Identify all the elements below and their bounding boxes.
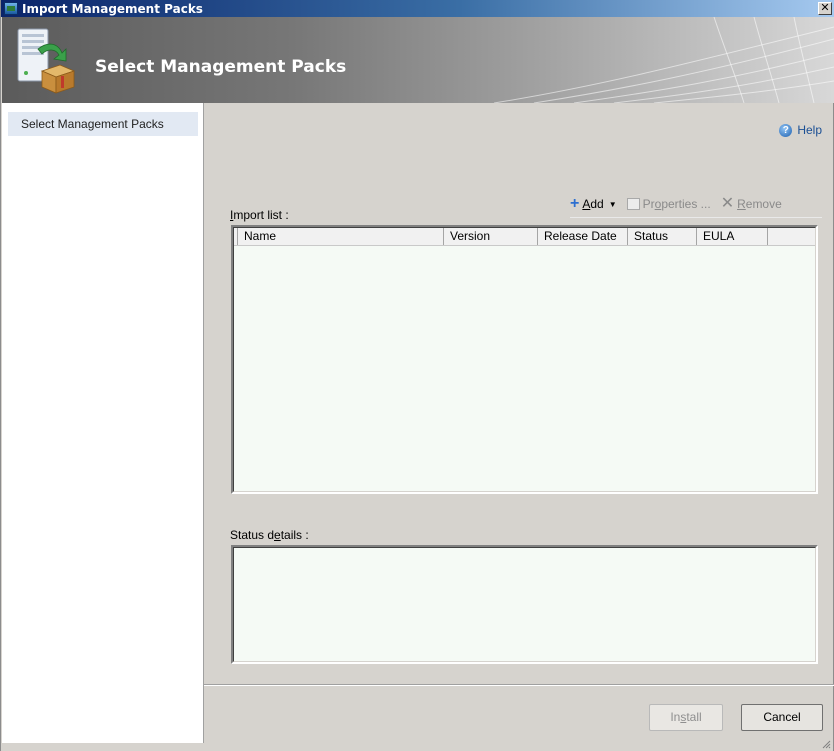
install-button[interactable]: Install bbox=[649, 704, 723, 731]
remove-label-accel: R bbox=[737, 197, 746, 211]
import-management-packs-window: Import Management Packs ✕ Select Managem… bbox=[0, 0, 834, 751]
column-header-name[interactable]: Name bbox=[237, 228, 444, 245]
help-label: Help bbox=[797, 123, 822, 137]
add-label: dd bbox=[590, 197, 604, 211]
help-icon: ? bbox=[779, 123, 793, 137]
remove-label: emove bbox=[745, 197, 782, 211]
properties-label-prefix: Pr bbox=[642, 197, 655, 211]
list-header: Name Version Release Date Status EULA bbox=[234, 228, 815, 246]
resize-grip-icon[interactable] bbox=[821, 739, 831, 749]
nav-item-select-management-packs[interactable]: Select Management Packs bbox=[8, 112, 198, 136]
properties-icon bbox=[626, 198, 640, 210]
content-panel: ? Help + Add ▼ Properties ... ✕ Remove I… bbox=[204, 103, 834, 743]
title-bar[interactable]: Import Management Packs ✕ bbox=[1, 0, 834, 17]
install-label-prefix: In bbox=[670, 710, 681, 724]
left-navigation: Select Management Packs bbox=[2, 103, 204, 743]
header-banner: Select Management Packs bbox=[2, 17, 834, 103]
import-list-label-text: mport list : bbox=[233, 208, 289, 222]
import-list-toolbar: + Add ▼ Properties ... ✕ Remove bbox=[570, 191, 822, 218]
app-icon bbox=[4, 2, 18, 15]
status-details-label-prefix: Status d bbox=[230, 528, 275, 542]
import-list-label: Import list : bbox=[230, 208, 289, 222]
properties-label: perties ... bbox=[661, 197, 711, 211]
remove-button[interactable]: ✕ Remove bbox=[720, 195, 782, 212]
column-header-version[interactable]: Version bbox=[444, 228, 538, 245]
dropdown-caret-icon[interactable]: ▼ bbox=[609, 200, 617, 209]
banner-wave-decoration bbox=[493, 17, 834, 103]
x-icon: ✕ bbox=[720, 195, 735, 212]
import-list-inner: Name Version Release Date Status EULA bbox=[233, 227, 816, 492]
status-details-box[interactable] bbox=[231, 545, 818, 664]
window-title: Import Management Packs bbox=[22, 1, 203, 16]
status-details-inner bbox=[233, 547, 816, 662]
column-header-eula[interactable]: EULA bbox=[697, 228, 768, 245]
import-list-view[interactable]: Name Version Release Date Status EULA bbox=[231, 225, 818, 494]
column-header-filler bbox=[768, 228, 814, 245]
column-header-status[interactable]: Status bbox=[628, 228, 697, 245]
cancel-button[interactable]: Cancel bbox=[741, 704, 823, 731]
help-link[interactable]: ? Help bbox=[779, 123, 822, 137]
server-box-icon bbox=[17, 28, 76, 94]
column-header-release-date[interactable]: Release Date bbox=[538, 228, 628, 245]
plus-icon: + bbox=[570, 195, 580, 212]
footer-divider bbox=[204, 684, 834, 686]
add-button[interactable]: + Add ▼ bbox=[570, 195, 617, 212]
properties-button[interactable]: Properties ... bbox=[626, 197, 711, 211]
status-details-label-text: tails : bbox=[280, 528, 309, 542]
status-details-label-accel: e bbox=[274, 528, 281, 542]
close-button[interactable]: ✕ bbox=[818, 2, 832, 15]
status-details-label: Status details : bbox=[230, 528, 309, 542]
install-label: tall bbox=[686, 710, 702, 724]
page-title: Select Management Packs bbox=[95, 57, 347, 77]
